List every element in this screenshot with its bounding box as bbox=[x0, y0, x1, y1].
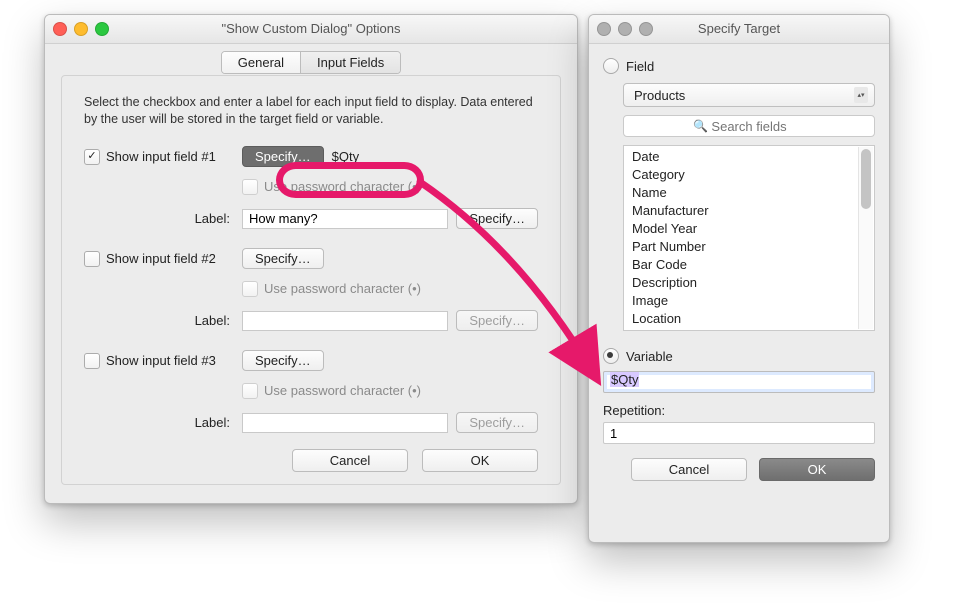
ok-button[interactable]: OK bbox=[759, 458, 875, 481]
list-item[interactable]: Model Year bbox=[624, 220, 874, 238]
list-item[interactable]: Description bbox=[624, 274, 874, 292]
list-item[interactable]: Category bbox=[624, 166, 874, 184]
show-input-3-label: Show input field #3 bbox=[106, 353, 216, 368]
radio-variable-label: Variable bbox=[626, 349, 673, 364]
ok-button[interactable]: OK bbox=[422, 449, 538, 472]
show-input-2-checkbox[interactable] bbox=[84, 251, 100, 267]
show-input-1-label: Show input field #1 bbox=[106, 149, 216, 164]
repetition-input[interactable] bbox=[603, 422, 875, 444]
table-popup-value: Products bbox=[634, 88, 685, 103]
show-custom-dialog-options-window: "Show Custom Dialog" Options General Inp… bbox=[44, 14, 578, 504]
label-3-caption: Label: bbox=[84, 415, 234, 430]
list-item[interactable]: Name bbox=[624, 184, 874, 202]
radio-field[interactable] bbox=[603, 58, 619, 74]
minimize-icon[interactable] bbox=[74, 22, 88, 36]
close-icon[interactable] bbox=[53, 22, 67, 36]
label-1-input[interactable] bbox=[242, 209, 448, 229]
list-item[interactable]: Date bbox=[624, 148, 874, 166]
show-input-2-label: Show input field #2 bbox=[106, 251, 216, 266]
input-field-3-group: Show input field #3 Specify… Use passwor… bbox=[84, 348, 538, 436]
label-3-input[interactable] bbox=[242, 413, 448, 433]
password-3-checkbox[interactable] bbox=[242, 383, 258, 399]
repetition-label: Repetition: bbox=[603, 403, 875, 418]
tab-general[interactable]: General bbox=[222, 52, 300, 73]
input-field-1-group: Show input field #1 Specify… $Qty Use pa… bbox=[84, 144, 538, 232]
list-item[interactable]: Image bbox=[624, 292, 874, 310]
target-1-value: $Qty bbox=[332, 149, 359, 164]
variable-name-input[interactable]: $Qty bbox=[603, 371, 875, 393]
scrollbar[interactable] bbox=[858, 147, 873, 329]
panel-input-fields: Select the checkbox and enter a label fo… bbox=[61, 75, 561, 485]
zoom-icon[interactable] bbox=[639, 22, 653, 36]
tab-input-fields[interactable]: Input Fields bbox=[300, 52, 400, 73]
fields-listbox[interactable]: DateCategoryNameManufacturerModel YearPa… bbox=[623, 145, 875, 331]
specify-target-2-button[interactable]: Specify… bbox=[242, 248, 324, 269]
list-item[interactable]: Location bbox=[624, 310, 874, 328]
close-icon[interactable] bbox=[597, 22, 611, 36]
zoom-icon[interactable] bbox=[95, 22, 109, 36]
chevron-updown-icon: ▴▾ bbox=[854, 87, 868, 103]
password-3-text: Use password character (•) bbox=[264, 383, 421, 398]
show-input-3-checkbox[interactable] bbox=[84, 353, 100, 369]
search-icon: 🔍 bbox=[693, 119, 708, 133]
specify-target-window: Specify Target Field Products ▴▾ 🔍 DateC… bbox=[588, 14, 890, 543]
titlebar: Specify Target bbox=[589, 15, 889, 44]
variable-name-value: $Qty bbox=[610, 372, 639, 387]
instructions-text: Select the checkbox and enter a label fo… bbox=[84, 94, 538, 128]
list-item[interactable]: Part Number bbox=[624, 238, 874, 256]
list-item[interactable]: Bar Code bbox=[624, 256, 874, 274]
titlebar: "Show Custom Dialog" Options bbox=[45, 15, 577, 44]
show-input-1-checkbox[interactable] bbox=[84, 149, 100, 165]
password-1-text: Use password character (•) bbox=[264, 179, 421, 194]
label-1-caption: Label: bbox=[84, 211, 234, 226]
label-3-specify-button[interactable]: Specify… bbox=[456, 412, 538, 433]
specify-target-3-button[interactable]: Specify… bbox=[242, 350, 324, 371]
list-item[interactable]: Manufacturer bbox=[624, 202, 874, 220]
radio-field-label: Field bbox=[626, 59, 654, 74]
radio-variable[interactable] bbox=[603, 348, 619, 364]
cancel-button[interactable]: Cancel bbox=[292, 449, 408, 472]
label-2-input[interactable] bbox=[242, 311, 448, 331]
input-field-2-group: Show input field #2 Specify… Use passwor… bbox=[84, 246, 538, 334]
password-2-checkbox[interactable] bbox=[242, 281, 258, 297]
window-title: "Show Custom Dialog" Options bbox=[45, 15, 577, 43]
label-2-caption: Label: bbox=[84, 313, 234, 328]
search-fields-input[interactable] bbox=[623, 115, 875, 137]
cancel-button[interactable]: Cancel bbox=[631, 458, 747, 481]
minimize-icon[interactable] bbox=[618, 22, 632, 36]
specify-target-1-button[interactable]: Specify… bbox=[242, 146, 324, 167]
label-1-specify-button[interactable]: Specify… bbox=[456, 208, 538, 229]
scrollbar-thumb[interactable] bbox=[861, 149, 871, 209]
password-2-text: Use password character (•) bbox=[264, 281, 421, 296]
tab-group: General Input Fields bbox=[221, 51, 401, 74]
password-1-checkbox[interactable] bbox=[242, 179, 258, 195]
label-2-specify-button[interactable]: Specify… bbox=[456, 310, 538, 331]
table-popup[interactable]: Products ▴▾ bbox=[623, 83, 875, 107]
